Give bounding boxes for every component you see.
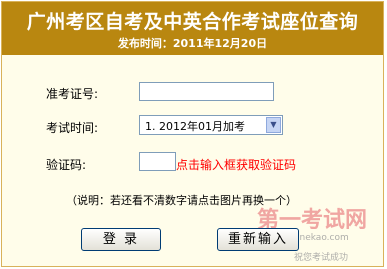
page-title: 广州考区自考及中英合作考试座位查询 xyxy=(26,11,359,33)
watermark-slogan: 祝您考试成功 xyxy=(294,253,349,263)
query-panel: 广州考区自考及中英合作考试座位查询 发布时间：2011年12月20日 准考证号:… xyxy=(1,1,384,267)
ticket-number-label: 准考证号: xyxy=(46,87,99,101)
login-button[interactable]: 登 录 xyxy=(81,228,161,251)
publish-date: 发布时间：2011年12月20日 xyxy=(117,37,268,50)
reset-button[interactable]: 重新输入 xyxy=(217,228,299,251)
captcha-label: 验证码: xyxy=(46,158,87,172)
watermark-domain: onekao.com xyxy=(294,233,349,243)
chevron-down-icon[interactable]: ▼ xyxy=(266,117,281,133)
exam-time-selected: 1. 2012年01月加考 xyxy=(145,120,245,133)
captcha-input[interactable] xyxy=(139,152,176,171)
exam-time-select[interactable]: 1. 2012年01月加考 ▼ xyxy=(139,115,283,135)
header-banner: 广州考区自考及中英合作考试座位查询 发布时间：2011年12月20日 xyxy=(2,2,383,55)
ticket-number-input[interactable] xyxy=(139,82,274,101)
exam-time-label: 考试时间: xyxy=(46,121,99,135)
captcha-hint: 点击输入框获取验证码 xyxy=(176,158,297,172)
